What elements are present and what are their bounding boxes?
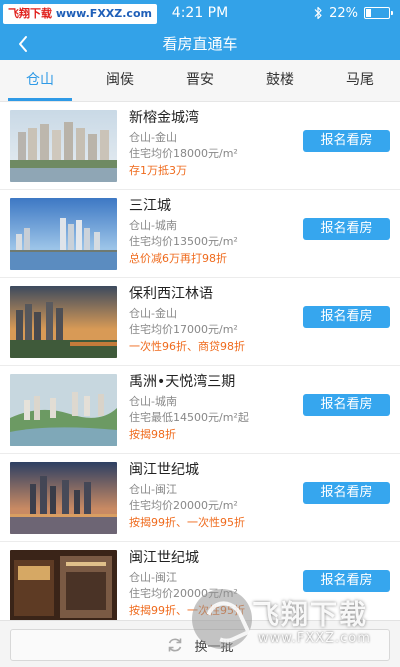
listing-promo: 总价减6万再打98折 [129, 252, 227, 265]
listing-area: 仓山-闽江 [129, 483, 177, 496]
signup-viewing-button[interactable]: 报名看房 [303, 482, 390, 504]
listing-area: 仓山-城南 [129, 395, 177, 408]
listing-price: 住宅均价18000元/m² [129, 147, 238, 160]
listing-name: 禹洲•天悦湾三期 [129, 374, 236, 390]
app-screen: 4:21 PM 飞翔下载 www.FXXZ.com 22% 看房直通车 仓山 闽… [0, 0, 400, 667]
listing-photo [10, 198, 117, 270]
list-item[interactable]: 禹洲•天悦湾三期 仓山-城南 住宅最低14500元/m²起 按揭98折 报名看房 [0, 366, 400, 454]
listing-info: 三江城 仓山-城南 住宅均价13500元/m² 总价减6万再打98折 [129, 195, 299, 267]
watermark-top-name: 飞翔下载 [8, 7, 52, 20]
listing-photo [10, 286, 117, 358]
listing-price: 住宅最低14500元/m²起 [129, 411, 249, 424]
listing-promo: 按揭98折 [129, 428, 176, 441]
listing-photo [10, 462, 117, 534]
watermark-top-url: www.FXXZ.com [55, 7, 152, 20]
tab-jinan[interactable]: 晋安 [160, 60, 240, 101]
status-bar: 4:21 PM 飞翔下载 www.FXXZ.com 22% [0, 0, 400, 28]
signup-viewing-button[interactable]: 报名看房 [303, 394, 390, 416]
tab-minhou[interactable]: 闽侯 [80, 60, 160, 101]
listing-name: 三江城 [129, 198, 171, 214]
watermark-logo [192, 589, 252, 649]
page-title: 看房直通车 [162, 35, 238, 53]
listing-promo: 一次性96折、商贷98折 [129, 340, 245, 353]
tab-gulou[interactable]: 鼓楼 [240, 60, 320, 101]
listing-info: 新榕金城湾 仓山-金山 住宅均价18000元/m² 存1万抵3万 [129, 107, 299, 179]
listing-info: 保利西江林语 仓山-金山 住宅均价17000元/m² 一次性96折、商贷98折 [129, 283, 299, 355]
list-item[interactable]: 三江城 仓山-城南 住宅均价13500元/m² 总价减6万再打98折 报名看房 [0, 190, 400, 278]
listing-photo [10, 374, 117, 446]
watermark-name: 飞翔下载 [252, 600, 368, 631]
listing-list: 新榕金城湾 仓山-金山 住宅均价18000元/m² 存1万抵3万 报名看房 三江… [0, 102, 400, 620]
listing-name: 闽江世纪城 [129, 462, 199, 478]
watermark-bottom: 飞翔下载 www.FXXZ.com [190, 585, 400, 667]
list-item[interactable]: 保利西江林语 仓山-金山 住宅均价17000元/m² 一次性96折、商贷98折 … [0, 278, 400, 366]
signup-viewing-button[interactable]: 报名看房 [303, 218, 390, 240]
listing-area: 仓山-城南 [129, 219, 177, 232]
watermark-url: www.FXXZ.com [258, 631, 371, 646]
battery-level [366, 9, 371, 17]
listing-area: 仓山-闽江 [129, 571, 177, 584]
listing-photo [10, 110, 117, 182]
listing-price: 住宅均价17000元/m² [129, 323, 238, 336]
battery-percent: 22% [329, 5, 358, 21]
tab-mawei[interactable]: 马尾 [320, 60, 400, 101]
listing-price: 住宅均价20000元/m² [129, 499, 238, 512]
bluetooth-icon [314, 6, 322, 20]
listing-price: 住宅均价13500元/m² [129, 235, 238, 248]
listing-promo: 按揭99折、一次性95折 [129, 516, 245, 529]
watermark-top: 飞翔下载 www.FXXZ.com [3, 4, 157, 24]
battery-icon [364, 7, 393, 19]
listing-name: 新榕金城湾 [129, 110, 199, 126]
listing-promo: 存1万抵3万 [129, 164, 187, 177]
listing-area: 仓山-金山 [129, 307, 177, 320]
listing-info: 禹洲•天悦湾三期 仓山-城南 住宅最低14500元/m²起 按揭98折 [129, 371, 299, 443]
listing-photo [10, 550, 117, 620]
nav-bar: 看房直通车 [0, 28, 400, 60]
listing-info: 闽江世纪城 仓山-闽江 住宅均价20000元/m² 按揭99折、一次性95折 [129, 459, 299, 531]
signup-viewing-button[interactable]: 报名看房 [303, 130, 390, 152]
district-tabs: 仓山 闽侯 晋安 鼓楼 马尾 [0, 60, 400, 102]
list-item[interactable]: 新榕金城湾 仓山-金山 住宅均价18000元/m² 存1万抵3万 报名看房 [0, 102, 400, 190]
listing-area: 仓山-金山 [129, 131, 177, 144]
tab-cangshan[interactable]: 仓山 [0, 60, 80, 101]
status-right: 22% [313, 3, 393, 23]
signup-viewing-button[interactable]: 报名看房 [303, 306, 390, 328]
listing-name: 闽江世纪城 [129, 550, 199, 566]
listing-name: 保利西江林语 [129, 286, 213, 302]
list-item[interactable]: 闽江世纪城 仓山-闽江 住宅均价20000元/m² 按揭99折、一次性95折 报… [0, 454, 400, 542]
refresh-icon [169, 638, 182, 652]
